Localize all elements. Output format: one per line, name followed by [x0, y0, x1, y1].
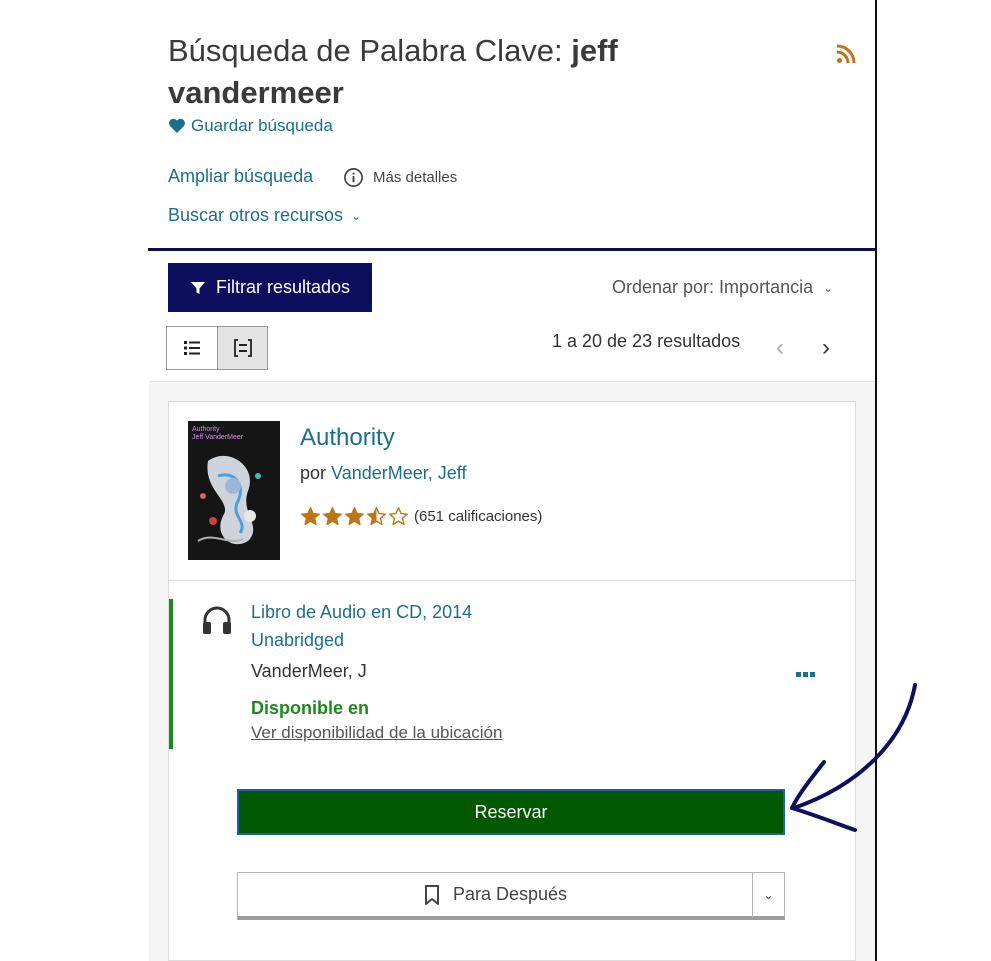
rss-icon[interactable]	[836, 44, 856, 64]
star-icon	[389, 507, 408, 526]
results-count: 1 a 20 de 23 resultados	[552, 331, 741, 351]
filter-icon	[190, 281, 205, 294]
card-divider	[168, 580, 856, 581]
filter-results-button[interactable]: Filtrar resultados	[168, 263, 372, 312]
by-prefix: por	[300, 463, 332, 483]
headphones-icon	[203, 606, 231, 634]
availability-indicator-bar	[169, 599, 173, 749]
compact-view-icon	[233, 339, 252, 357]
book-cover[interactable]: Authority Jeff VanderMeer	[188, 421, 280, 560]
header-divider	[148, 248, 876, 251]
location-availability-link[interactable]: Ver disponibilidad de la ubicación	[251, 723, 502, 743]
title-prefix: Búsqueda de Palabra Clave:	[168, 33, 572, 68]
annotation-arrow	[790, 683, 917, 832]
more-details-button[interactable]: Más detalles	[343, 167, 457, 188]
save-search-label: Guardar búsqueda	[191, 116, 333, 135]
star-icon	[323, 507, 342, 526]
edition-label: Unabridged	[251, 630, 345, 650]
cover-title-text: Authority	[192, 426, 220, 433]
info-icon	[344, 168, 363, 187]
other-resources-label: Buscar otros recursos	[168, 205, 344, 225]
more-details-label: Más detalles	[373, 169, 458, 186]
sort-dropdown[interactable]: Ordenar por: Importancia ⌄	[612, 277, 833, 298]
chevron-right-icon[interactable]: ›	[816, 336, 836, 360]
rating: (651 calificaciones)	[300, 506, 542, 527]
rating-count: (651 calificaciones)	[414, 508, 543, 525]
for-later-label: Para Después	[452, 884, 568, 904]
chevron-left-icon[interactable]: ‹	[770, 336, 790, 360]
bookmark-icon	[424, 884, 439, 905]
list-view-button[interactable]	[167, 327, 217, 369]
more-dot	[796, 672, 801, 677]
for-later-button[interactable]: Para Después	[237, 872, 753, 920]
format-link[interactable]: Libro de Audio en CD, 2014	[251, 602, 472, 623]
more-dot	[810, 672, 815, 677]
place-hold-button[interactable]: Reservar	[237, 789, 785, 835]
author-line: por VanderMeer, Jeff	[300, 463, 466, 484]
heart-icon	[169, 118, 185, 133]
chevron-down-icon: ⌄	[823, 280, 834, 295]
save-search-link[interactable]: Guardar búsqueda	[168, 116, 333, 136]
book-title-link[interactable]: Authority	[300, 424, 395, 452]
page-title: Búsqueda de Palabra Clave: jeff vanderme…	[168, 30, 728, 114]
sort-label: Ordenar por: Importancia	[612, 277, 814, 297]
author-link[interactable]: VanderMeer, Jeff	[331, 463, 466, 483]
broaden-search-link[interactable]: Ampliar búsqueda	[168, 166, 313, 187]
view-toggle	[166, 326, 268, 370]
compact-view-button[interactable]	[217, 327, 267, 369]
cover-author-text: Jeff VanderMeer	[192, 434, 244, 441]
chevron-down-icon: ⌄	[351, 208, 362, 223]
other-resources-dropdown[interactable]: Buscar otros recursos ⌄	[168, 205, 361, 226]
star-icon	[367, 507, 386, 526]
chevron-down-icon[interactable]: ⌄	[752, 872, 785, 920]
availability-status: Disponible en	[251, 698, 370, 718]
more-icon[interactable]	[796, 672, 815, 677]
star-rating	[300, 506, 409, 527]
star-icon	[345, 507, 364, 526]
list-view-icon	[184, 341, 200, 355]
cover-artwork: Authority Jeff VanderMeer	[188, 421, 280, 560]
more-dot	[803, 672, 808, 677]
filter-results-label: Filtrar resultados	[215, 277, 351, 297]
star-icon	[301, 507, 320, 526]
contributor-label: VanderMeer, J	[251, 661, 367, 681]
